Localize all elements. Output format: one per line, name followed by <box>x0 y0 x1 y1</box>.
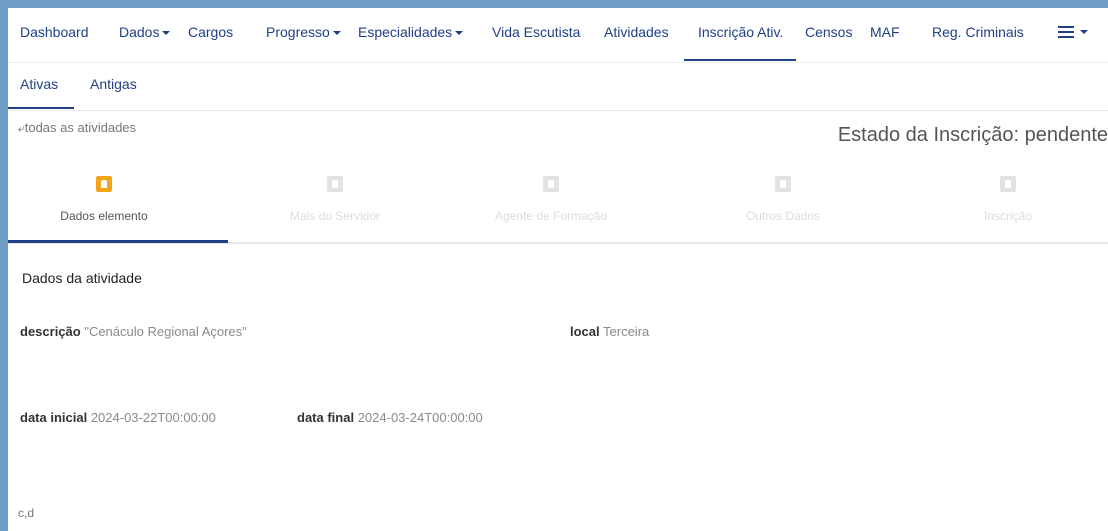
local-label: local <box>570 324 600 339</box>
caret-down-icon <box>332 31 341 36</box>
nav-dados[interactable]: Dados <box>119 24 171 40</box>
tab-antigas[interactable]: Antigas <box>90 76 137 92</box>
bookmark-icon <box>543 176 559 192</box>
bookmark-icon <box>775 176 791 192</box>
nav-active-underline <box>684 59 796 61</box>
top-navigation: Dashboard Dados Cargos Progresso Especia… <box>8 8 1108 63</box>
caret-down-icon <box>1080 30 1088 34</box>
field-local: local Terceira <box>570 324 649 339</box>
step-3[interactable]: Agente de Formação <box>471 176 631 223</box>
step-active-bar <box>8 240 228 243</box>
step-4[interactable]: Outros Dados <box>703 176 863 223</box>
nav-progresso[interactable]: Progresso <box>266 24 341 40</box>
data-final-label: data final <box>297 410 355 425</box>
sub-navigation: Ativas Antigas <box>8 64 1108 111</box>
heart-icon <box>1000 176 1016 192</box>
nav-vida-escutista[interactable]: Vida Escutista <box>492 24 580 40</box>
caret-down-icon <box>455 31 464 36</box>
field-descricao: descrição "Cenáculo Regional Açores" <box>20 324 247 339</box>
nav-censos[interactable]: Censos <box>805 24 852 40</box>
step-label: Outros Dados <box>745 209 821 223</box>
descricao-label: descrição <box>20 324 81 339</box>
back-link-label: todas as atividades <box>24 120 137 135</box>
local-value: Terceira <box>603 324 650 339</box>
caret-down-icon <box>162 31 171 36</box>
data-inicial-label: data inicial <box>20 410 88 425</box>
reply-arrow-icon: ⤶ <box>18 121 25 135</box>
nav-dados-label: Dados <box>119 24 160 40</box>
step-5[interactable]: Inscrição <box>928 176 1088 223</box>
back-link[interactable]: ⤶todas as atividades <box>18 120 136 136</box>
footer-text: c,d <box>18 506 35 520</box>
step-label: Agente de Formação <box>494 209 608 223</box>
nav-inscricao-ativ[interactable]: Inscrição Ativ. <box>698 24 783 40</box>
nav-progresso-label: Progresso <box>266 24 330 40</box>
step-dados-elemento[interactable]: Dados elemento <box>24 176 184 223</box>
nav-maf[interactable]: MAF <box>870 24 900 40</box>
field-data-inicial: data inicial 2024-03-22T00:00:00 <box>20 410 216 425</box>
step-2[interactable]: Mais do Servidor <box>255 176 415 223</box>
data-inicial-value: 2024-03-22T00:00:00 <box>90 410 216 425</box>
step-label: Dados elemento <box>60 209 148 223</box>
nav-especialidades-label: Especialidades <box>358 24 453 40</box>
registration-status: Estado da Inscrição: pendente <box>837 124 1108 146</box>
step-label: Mais do Servidor <box>289 209 381 223</box>
nav-atividades[interactable]: Atividades <box>604 24 669 40</box>
descricao-value: "Cenáculo Regional Açores" <box>84 324 247 339</box>
nav-especialidades[interactable]: Especialidades <box>358 24 464 40</box>
step-label: Inscrição <box>983 209 1033 223</box>
data-final-value: 2024-03-24T00:00:00 <box>357 410 483 425</box>
user-icon <box>96 176 112 192</box>
user-icon <box>327 176 343 192</box>
nav-reg-criminais[interactable]: Reg. Criminais <box>932 24 1024 40</box>
nav-cargos[interactable]: Cargos <box>188 24 233 40</box>
tab-active-underline <box>8 107 74 109</box>
hamburger-icon[interactable] <box>1058 26 1074 38</box>
app-frame: Dashboard Dados Cargos Progresso Especia… <box>8 8 1108 531</box>
steps-bar: Dados elemento Mais do Servidor Agente d… <box>8 176 1108 244</box>
tab-ativas[interactable]: Ativas <box>20 76 58 92</box>
section-title: Dados da atividade <box>22 270 142 286</box>
nav-dashboard[interactable]: Dashboard <box>20 24 89 40</box>
field-data-final: data final 2024-03-24T00:00:00 <box>297 410 483 425</box>
